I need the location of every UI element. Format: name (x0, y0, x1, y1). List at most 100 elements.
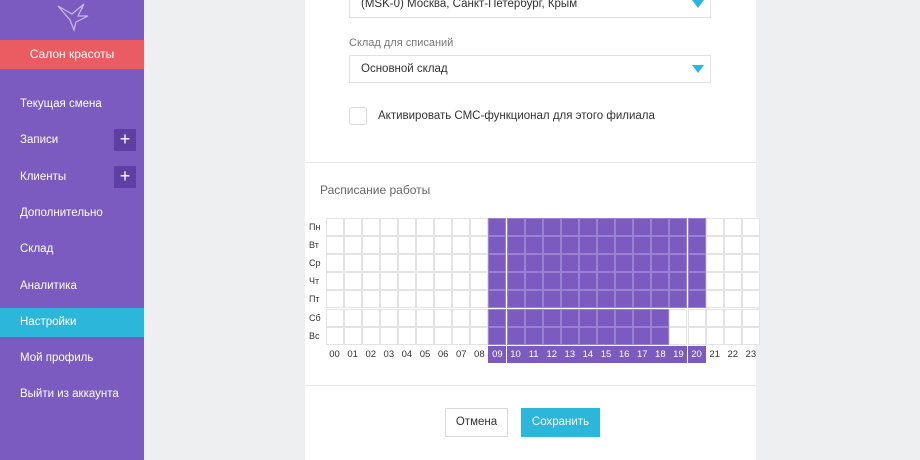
schedule-cell[interactable] (560, 308, 579, 327)
schedule-cell[interactable] (379, 272, 398, 291)
schedule-cell[interactable] (325, 236, 344, 255)
schedule-cell[interactable] (615, 308, 634, 327)
schedule-cell[interactable] (343, 236, 362, 255)
schedule-cell[interactable] (416, 272, 435, 291)
schedule-cell[interactable] (397, 326, 416, 345)
schedule-cell[interactable] (560, 218, 579, 237)
schedule-cell[interactable] (578, 236, 597, 255)
schedule-cell[interactable] (434, 254, 453, 273)
schedule-cell[interactable] (615, 254, 634, 273)
hour-label[interactable]: 12 (542, 345, 561, 363)
hour-label[interactable]: 14 (578, 345, 597, 363)
schedule-cell[interactable] (705, 236, 724, 255)
schedule-cell[interactable] (361, 272, 380, 291)
schedule-cell[interactable] (361, 290, 380, 309)
schedule-cell[interactable] (379, 218, 398, 237)
schedule-cell[interactable] (687, 308, 706, 327)
schedule-cell[interactable] (434, 218, 453, 237)
schedule-cell[interactable] (452, 254, 471, 273)
schedule-cell[interactable] (669, 218, 688, 237)
schedule-cell[interactable] (506, 272, 525, 291)
hour-label[interactable]: 00 (326, 346, 344, 363)
schedule-cell[interactable] (687, 254, 706, 273)
schedule-cell[interactable] (488, 308, 507, 327)
schedule-cell[interactable] (705, 272, 724, 291)
schedule-cell[interactable] (560, 272, 579, 291)
schedule-cell[interactable] (542, 326, 561, 345)
schedule-cell[interactable] (506, 254, 525, 273)
schedule-cell[interactable] (470, 254, 489, 273)
schedule-cell[interactable] (416, 308, 435, 327)
schedule-cell[interactable] (416, 218, 435, 237)
schedule-cell[interactable] (723, 218, 742, 237)
timezone-select[interactable]: (MSK-0) Москва, Санкт-Петербург, Крым (349, 0, 711, 18)
schedule-cell[interactable] (542, 290, 561, 309)
schedule-cell[interactable] (416, 236, 435, 255)
schedule-cell[interactable] (651, 254, 670, 273)
sidebar-item[interactable]: Текущая смена (0, 90, 144, 119)
hour-label[interactable]: 16 (615, 345, 634, 363)
schedule-cell[interactable] (397, 272, 416, 291)
save-button[interactable]: Сохранить (521, 408, 600, 437)
schedule-cell[interactable] (615, 326, 634, 345)
schedule-cell[interactable] (379, 290, 398, 309)
schedule-cell[interactable] (687, 236, 706, 255)
schedule-cell[interactable] (452, 326, 471, 345)
schedule-cell[interactable] (597, 254, 616, 273)
schedule-cell[interactable] (578, 290, 597, 309)
schedule-cell[interactable] (524, 236, 543, 255)
schedule-cell[interactable] (397, 218, 416, 237)
schedule-cell[interactable] (488, 236, 507, 255)
schedule-cell[interactable] (651, 326, 670, 345)
schedule-cell[interactable] (397, 254, 416, 273)
sidebar-item[interactable]: Аналитика (0, 272, 144, 301)
schedule-cell[interactable] (325, 254, 344, 273)
schedule-cell[interactable] (687, 290, 706, 309)
schedule-cell[interactable] (615, 218, 634, 237)
schedule-cell[interactable] (470, 218, 489, 237)
schedule-cell[interactable] (343, 326, 362, 345)
schedule-cell[interactable] (416, 290, 435, 309)
schedule-cell[interactable] (723, 290, 742, 309)
schedule-cell[interactable] (705, 218, 724, 237)
hour-label[interactable]: 08 (470, 346, 488, 363)
schedule-cell[interactable] (452, 236, 471, 255)
schedule-cell[interactable] (542, 272, 561, 291)
schedule-cell[interactable] (741, 326, 760, 345)
schedule-cell[interactable] (651, 272, 670, 291)
hour-label[interactable]: 02 (362, 346, 380, 363)
schedule-cell[interactable] (633, 236, 652, 255)
warehouse-select[interactable]: Основной склад (349, 55, 711, 83)
schedule-cell[interactable] (434, 272, 453, 291)
schedule-cell[interactable] (379, 254, 398, 273)
schedule-cell[interactable] (651, 290, 670, 309)
schedule-cell[interactable] (669, 326, 688, 345)
schedule-cell[interactable] (741, 290, 760, 309)
schedule-cell[interactable] (488, 254, 507, 273)
schedule-cell[interactable] (506, 236, 525, 255)
schedule-cell[interactable] (560, 254, 579, 273)
schedule-cell[interactable] (597, 290, 616, 309)
schedule-cell[interactable] (325, 326, 344, 345)
schedule-cell[interactable] (705, 290, 724, 309)
schedule-cell[interactable] (705, 254, 724, 273)
hour-label[interactable]: 18 (651, 345, 670, 363)
schedule-cell[interactable] (325, 218, 344, 237)
schedule-cell[interactable] (597, 272, 616, 291)
schedule-cell[interactable] (542, 308, 561, 327)
schedule-cell[interactable] (687, 218, 706, 237)
schedule-cell[interactable] (597, 308, 616, 327)
schedule-cell[interactable] (633, 218, 652, 237)
hour-label[interactable]: 07 (452, 346, 470, 363)
schedule-cell[interactable] (506, 290, 525, 309)
schedule-cell[interactable] (542, 236, 561, 255)
schedule-cell[interactable] (633, 326, 652, 345)
sidebar-item[interactable]: Склад (0, 235, 144, 264)
schedule-cell[interactable] (524, 290, 543, 309)
schedule-cell[interactable] (597, 236, 616, 255)
schedule-cell[interactable] (470, 272, 489, 291)
schedule-cell[interactable] (524, 272, 543, 291)
schedule-cell[interactable] (452, 290, 471, 309)
schedule-cell[interactable] (379, 326, 398, 345)
schedule-cell[interactable] (361, 254, 380, 273)
